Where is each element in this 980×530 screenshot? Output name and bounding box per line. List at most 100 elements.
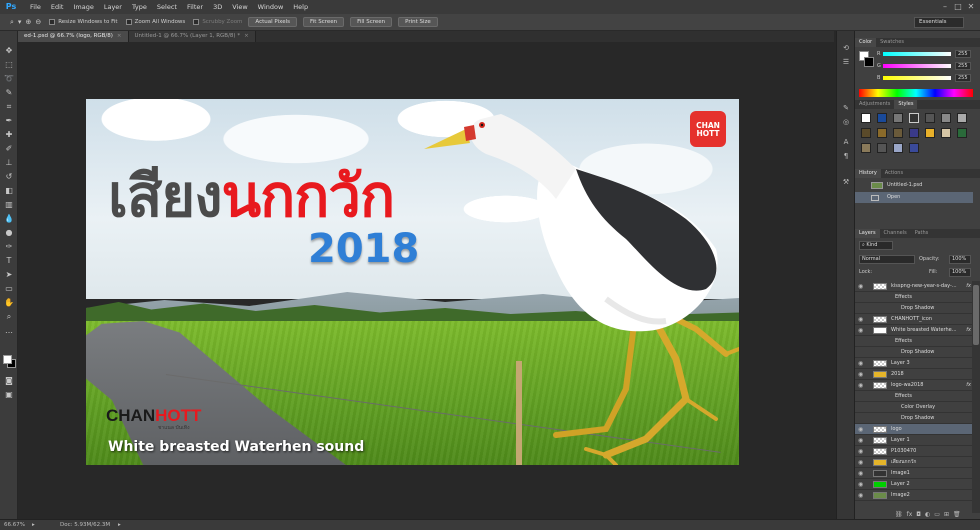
trash-icon[interactable]: 🗑	[953, 511, 961, 519]
tab-document-2[interactable]: Untitled-1 @ 66.7% (Layer 1, RGB/8) * ×	[128, 31, 256, 42]
eye-icon[interactable]: ◉	[858, 424, 866, 435]
green-slider[interactable]: G 255	[877, 62, 977, 70]
layer-effect-row[interactable]: Drop Shadow	[855, 303, 973, 314]
menu-type[interactable]: Type	[127, 0, 152, 14]
screen-mode-icon[interactable]: ▣	[3, 389, 15, 400]
history-brush-icon[interactable]: ↺	[3, 171, 15, 182]
style-swatch[interactable]	[957, 128, 967, 138]
blur-tool-icon[interactable]: 💧	[3, 213, 15, 224]
layer-effects-row[interactable]: Effects	[855, 391, 973, 402]
maximize-icon[interactable]: □	[953, 2, 963, 12]
layer-row[interactable]: ◉ kisspng-new-year-s-day-... fx	[855, 281, 973, 292]
tab-styles[interactable]: Styles	[894, 100, 918, 109]
tab-layers[interactable]: Layers	[855, 229, 880, 238]
eyedropper-icon[interactable]: ✒	[3, 115, 15, 126]
clone-stamp-icon[interactable]: ⊥	[3, 157, 15, 168]
style-swatch[interactable]	[877, 113, 887, 123]
brush-tool-icon[interactable]: ✐	[3, 143, 15, 154]
fx-icon[interactable]: fx	[966, 325, 971, 336]
menu-select[interactable]: Select	[152, 0, 182, 14]
foreground-color-swatch[interactable]	[3, 355, 12, 364]
quick-mask-icon[interactable]: ◙	[3, 375, 15, 386]
character-icon[interactable]: A	[841, 137, 851, 147]
layer-effect-row[interactable]: Drop Shadow	[855, 413, 973, 424]
resize-windows-checkbox[interactable]: Resize Windows to Fit	[49, 19, 118, 25]
eye-icon[interactable]: ◉	[858, 457, 866, 468]
crop-tool-icon[interactable]: ⌗	[3, 101, 15, 112]
mask-icon[interactable]: ◘	[916, 511, 921, 519]
style-swatch[interactable]	[861, 143, 871, 153]
fx-icon[interactable]: fx	[966, 281, 971, 292]
blue-slider-track[interactable]	[883, 76, 951, 80]
eye-icon[interactable]: ◉	[858, 380, 866, 391]
eye-icon[interactable]: ◉	[858, 369, 866, 380]
style-swatch[interactable]	[861, 128, 871, 138]
history-snapshot[interactable]: Untitled-1.psd	[855, 180, 973, 191]
opacity-input[interactable]: 100%	[949, 255, 971, 264]
style-swatch[interactable]	[909, 113, 919, 123]
blue-slider[interactable]: B 255	[877, 74, 977, 82]
properties-icon[interactable]: ☰	[841, 57, 851, 67]
workspace-select[interactable]: Essentials	[914, 17, 964, 28]
eye-icon[interactable]: ◉	[858, 435, 866, 446]
style-swatch[interactable]	[909, 128, 919, 138]
fit-screen-button[interactable]: Fit Screen	[303, 17, 345, 27]
eye-icon[interactable]: ◉	[858, 468, 866, 479]
layers-scrollbar[interactable]	[972, 281, 980, 513]
menu-help[interactable]: Help	[288, 0, 313, 14]
pen-tool-icon[interactable]: ✑	[3, 241, 15, 252]
red-value[interactable]: 255	[955, 50, 971, 58]
green-value[interactable]: 255	[955, 62, 971, 70]
layer-row-selected[interactable]: ◉ logo	[855, 424, 973, 435]
tab-actions[interactable]: Actions	[881, 169, 907, 178]
menu-3d[interactable]: 3D	[208, 0, 227, 14]
style-swatch[interactable]	[893, 143, 903, 153]
eye-icon[interactable]: ◉	[858, 479, 866, 490]
blue-value[interactable]: 255	[955, 74, 971, 82]
marquee-tool-icon[interactable]: ⬚	[3, 59, 15, 70]
color-spectrum-bar[interactable]	[859, 89, 973, 97]
gradient-tool-icon[interactable]: ▥	[3, 199, 15, 210]
style-swatch[interactable]	[941, 128, 951, 138]
zoom-in-icon[interactable]: ⊕	[25, 18, 31, 26]
move-tool-icon[interactable]: ✥	[3, 45, 15, 56]
paragraph-icon[interactable]: ¶	[841, 151, 851, 161]
menu-edit[interactable]: Edit	[46, 0, 69, 14]
style-swatch[interactable]	[957, 113, 967, 123]
layer-row[interactable]: ◉ P1030470	[855, 446, 973, 457]
red-slider[interactable]: R 255	[877, 50, 977, 58]
eye-icon[interactable]: ◉	[858, 490, 866, 501]
link-icon[interactable]: ⛓	[895, 511, 903, 519]
menu-view[interactable]: View	[227, 0, 252, 14]
layer-effect-row[interactable]: Drop Shadow	[855, 347, 973, 358]
hand-tool-icon[interactable]: ✋	[3, 297, 15, 308]
dodge-tool-icon[interactable]: ●	[3, 227, 15, 238]
new-layer-icon[interactable]: ⊞	[944, 511, 949, 519]
green-slider-track[interactable]	[883, 64, 951, 68]
type-tool-icon[interactable]: T	[3, 255, 15, 266]
layer-row[interactable]: ◉ เสียงนกกวัก	[855, 457, 973, 468]
red-slider-track[interactable]	[883, 52, 951, 56]
zoom-all-windows-checkbox[interactable]: Zoom All Windows	[125, 19, 185, 25]
print-size-button[interactable]: Print Size	[398, 17, 438, 27]
healing-brush-icon[interactable]: ✚	[3, 129, 15, 140]
layer-row[interactable]: ◉ Layer 3	[855, 358, 973, 369]
tab-color[interactable]: Color	[855, 38, 877, 47]
actual-pixels-button[interactable]: Actual Pixels	[248, 17, 297, 27]
layer-effect-row[interactable]: Color Overlay	[855, 402, 973, 413]
layer-row[interactable]: ◉ Image1	[855, 468, 973, 479]
color-bg-swatch[interactable]	[864, 57, 874, 67]
tab-swatches[interactable]: Swatches	[876, 38, 908, 47]
status-arrow-icon[interactable]: ▸	[32, 520, 35, 530]
path-select-icon[interactable]: ➤	[3, 269, 15, 280]
scrubby-zoom-checkbox[interactable]: Scrubby Zoom	[193, 19, 242, 25]
minimize-icon[interactable]: –	[940, 2, 950, 12]
zoom-level[interactable]: 66.67%	[4, 520, 25, 530]
folder-icon[interactable]: ▭	[934, 511, 940, 519]
eye-icon[interactable]: ◉	[858, 281, 866, 292]
layer-row[interactable]: ◉ 2018	[855, 369, 973, 380]
layer-row[interactable]: ◉ CHANHOTT_icon	[855, 314, 973, 325]
document-canvas[interactable]: CHAN HOTT เสียงนกกวัก 2018 CHANHOTT ชาแน…	[86, 99, 739, 465]
style-swatch[interactable]	[893, 128, 903, 138]
layer-filter-kind[interactable]: ⌕ Kind	[859, 241, 893, 250]
